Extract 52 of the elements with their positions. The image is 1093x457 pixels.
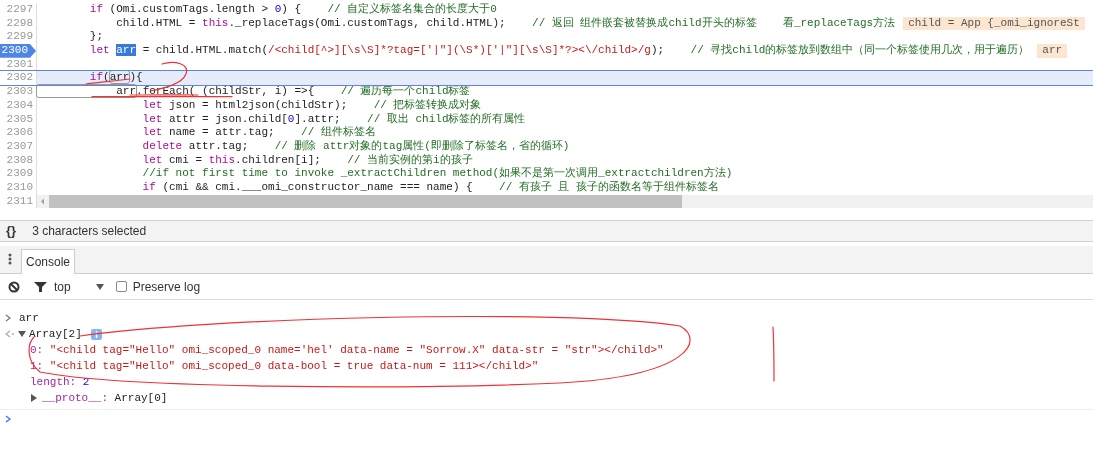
- line-number[interactable]: 2299: [0, 30, 36, 45]
- code-line: delete attr.tag; // 删除 attr对象的tag属性(即删除了标签名，省的循环): [141, 139, 570, 154]
- code-line: if (Omi.customTags.length > 0) { // 自定义标签名集合的长度大于0: [88, 3, 497, 17]
- context-selector[interactable]: top: [54, 277, 71, 296]
- input-prompt-icon: [5, 314, 11, 322]
- pretty-print-icon[interactable]: {}: [6, 221, 17, 241]
- code-line: //if not first time to invoke _extractChildren method(如果不是第一次调用_extractchildren方法): [141, 167, 733, 181]
- horizontal-scrollbar[interactable]: [37, 194, 1093, 208]
- code-line: let name = attr.tag; // 组件标签名: [141, 126, 376, 140]
- line-number[interactable]: 2303: [0, 85, 36, 99]
- selection-status: 3 characters selected: [32, 223, 147, 240]
- line-number[interactable]: 2301: [0, 57, 36, 72]
- line-number[interactable]: 2304: [0, 98, 36, 113]
- info-icon[interactable]: [90, 328, 102, 340]
- breakpoint-line-number[interactable]: 2300: [0, 44, 36, 58]
- expanded-triangle-icon[interactable]: [18, 330, 26, 338]
- line-number[interactable]: 2297: [0, 3, 36, 17]
- code-line: let attr = json.child[0].attr; // 取出 child标签的所有属性: [141, 112, 526, 126]
- code-line: };: [88, 30, 103, 45]
- code-line: let arr = child.HTML.match(/<child[^>][\s\S]*?tag=['|"](\S*)['|"][\s\S]*?><\/child>/g); // 寻找child的标签放到数组中（同一个标签使用几次，用于遍历）: [88, 44, 1030, 58]
- line-number[interactable]: 2305: [0, 112, 36, 127]
- inline-value: arr: [1037, 44, 1068, 58]
- collapsed-triangle-icon[interactable]: [30, 394, 38, 402]
- code-line: let cmi = this.children[i]; // 当前实例的第i的孩子: [141, 153, 473, 168]
- line-number[interactable]: 2308: [0, 153, 36, 168]
- inline-value: child = App {_omi_ignoreSt: [903, 16, 1085, 31]
- pen-stroke: [772, 326, 775, 382]
- code-line: child.HTML = this._replaceTags(Omi.customTags, child.HTML); // 返回 组件嵌套被替换成child开头的标签 看_replaceTags方法: [115, 16, 896, 31]
- array-label[interactable]: Array[2]: [29, 325, 82, 343]
- line-number[interactable]: 2306: [0, 126, 36, 140]
- filter-icon[interactable]: [34, 280, 47, 293]
- code-line: let json = html2json(childStr); // 把标签转换成对象: [141, 98, 482, 113]
- line-number[interactable]: 2311: [0, 194, 36, 209]
- preserve-log-checkbox[interactable]: [115, 281, 127, 292]
- line-number[interactable]: 2307: [0, 139, 36, 154]
- line-number[interactable]: 2310: [0, 180, 36, 195]
- property-row[interactable]: __proto__: Array[0]: [42, 389, 168, 407]
- dropdown-arrow-icon[interactable]: [95, 283, 104, 290]
- property-row-text: 0: "<child tag="Hello" omi_scoped_0 name='hel' data-name = "Sorrow.X" data-str = "str"></child>": [30, 342, 664, 358]
- clear-console-icon[interactable]: [8, 280, 20, 293]
- console-tab[interactable]: Console: [21, 249, 76, 274]
- scrollbar-thumb[interactable]: [49, 194, 682, 208]
- preserve-log-label[interactable]: Preserve log: [132, 277, 201, 296]
- console-prompt-icon[interactable]: [5, 414, 11, 423]
- line-number[interactable]: 2309: [0, 167, 36, 181]
- result-arrow-icon: [5, 330, 15, 338]
- line-number[interactable]: 2302: [0, 71, 36, 86]
- line-number[interactable]: 2298: [0, 16, 36, 31]
- console-input-text: arr: [19, 310, 39, 326]
- property-row-text: length: 2: [30, 374, 90, 390]
- code-line: if (cmi && cmi.___omi_constructor_name === name) { // 有孩子 且 孩子的函数名等于组件标签名: [141, 180, 720, 195]
- more-menu-icon[interactable]: [8, 253, 12, 265]
